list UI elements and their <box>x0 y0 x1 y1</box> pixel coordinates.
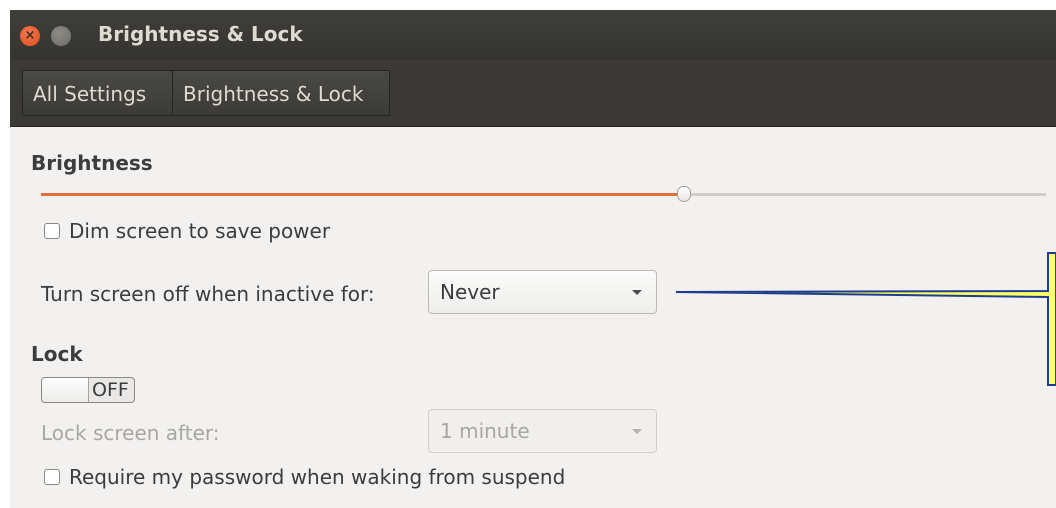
chevron-down-icon <box>632 290 642 295</box>
brightness-slider[interactable] <box>41 186 1046 202</box>
dim-screen-label: Dim screen to save power <box>69 219 331 243</box>
window-title: Brightness & Lock <box>98 22 303 46</box>
brightness-heading: Brightness <box>31 151 153 175</box>
brightness-slider-handle[interactable] <box>677 186 691 202</box>
lock-toggle-knob <box>42 378 89 402</box>
screen-off-label: Turn screen off when inactive for: <box>41 282 375 306</box>
settings-window: × Brightness & Lock All Settings Brightn… <box>10 10 1056 508</box>
settings-panel: Brightness Dim screen to save power Turn… <box>10 127 1056 508</box>
close-icon[interactable]: × <box>20 26 40 46</box>
lock-toggle-state: OFF <box>92 379 129 401</box>
title-bar: × Brightness & Lock <box>10 10 1056 60</box>
screen-off-dropdown[interactable]: Never <box>428 270 657 314</box>
breadcrumb: All Settings Brightness & Lock <box>10 60 1056 127</box>
require-password-checkbox[interactable] <box>44 469 60 485</box>
chevron-down-icon <box>632 429 642 434</box>
dim-screen-checkbox-row[interactable]: Dim screen to save power <box>44 219 384 243</box>
lock-after-label: Lock screen after: <box>41 421 220 445</box>
breadcrumb-brightness-lock[interactable]: Brightness & Lock <box>172 70 390 116</box>
breadcrumb-all-settings[interactable]: All Settings <box>22 70 173 116</box>
lock-after-value: 1 minute <box>440 419 530 443</box>
require-password-checkbox-row[interactable]: Require my password when waking from sus… <box>44 465 664 489</box>
screen-off-value: Never <box>440 280 500 304</box>
lock-heading: Lock <box>31 342 83 366</box>
lock-after-dropdown[interactable]: 1 minute <box>428 409 657 453</box>
brightness-slider-fill <box>41 193 684 196</box>
require-password-label: Require my password when waking from sus… <box>69 465 566 489</box>
lock-toggle[interactable]: OFF <box>41 377 135 403</box>
minimize-icon[interactable] <box>51 26 71 46</box>
dim-screen-checkbox[interactable] <box>44 223 60 239</box>
